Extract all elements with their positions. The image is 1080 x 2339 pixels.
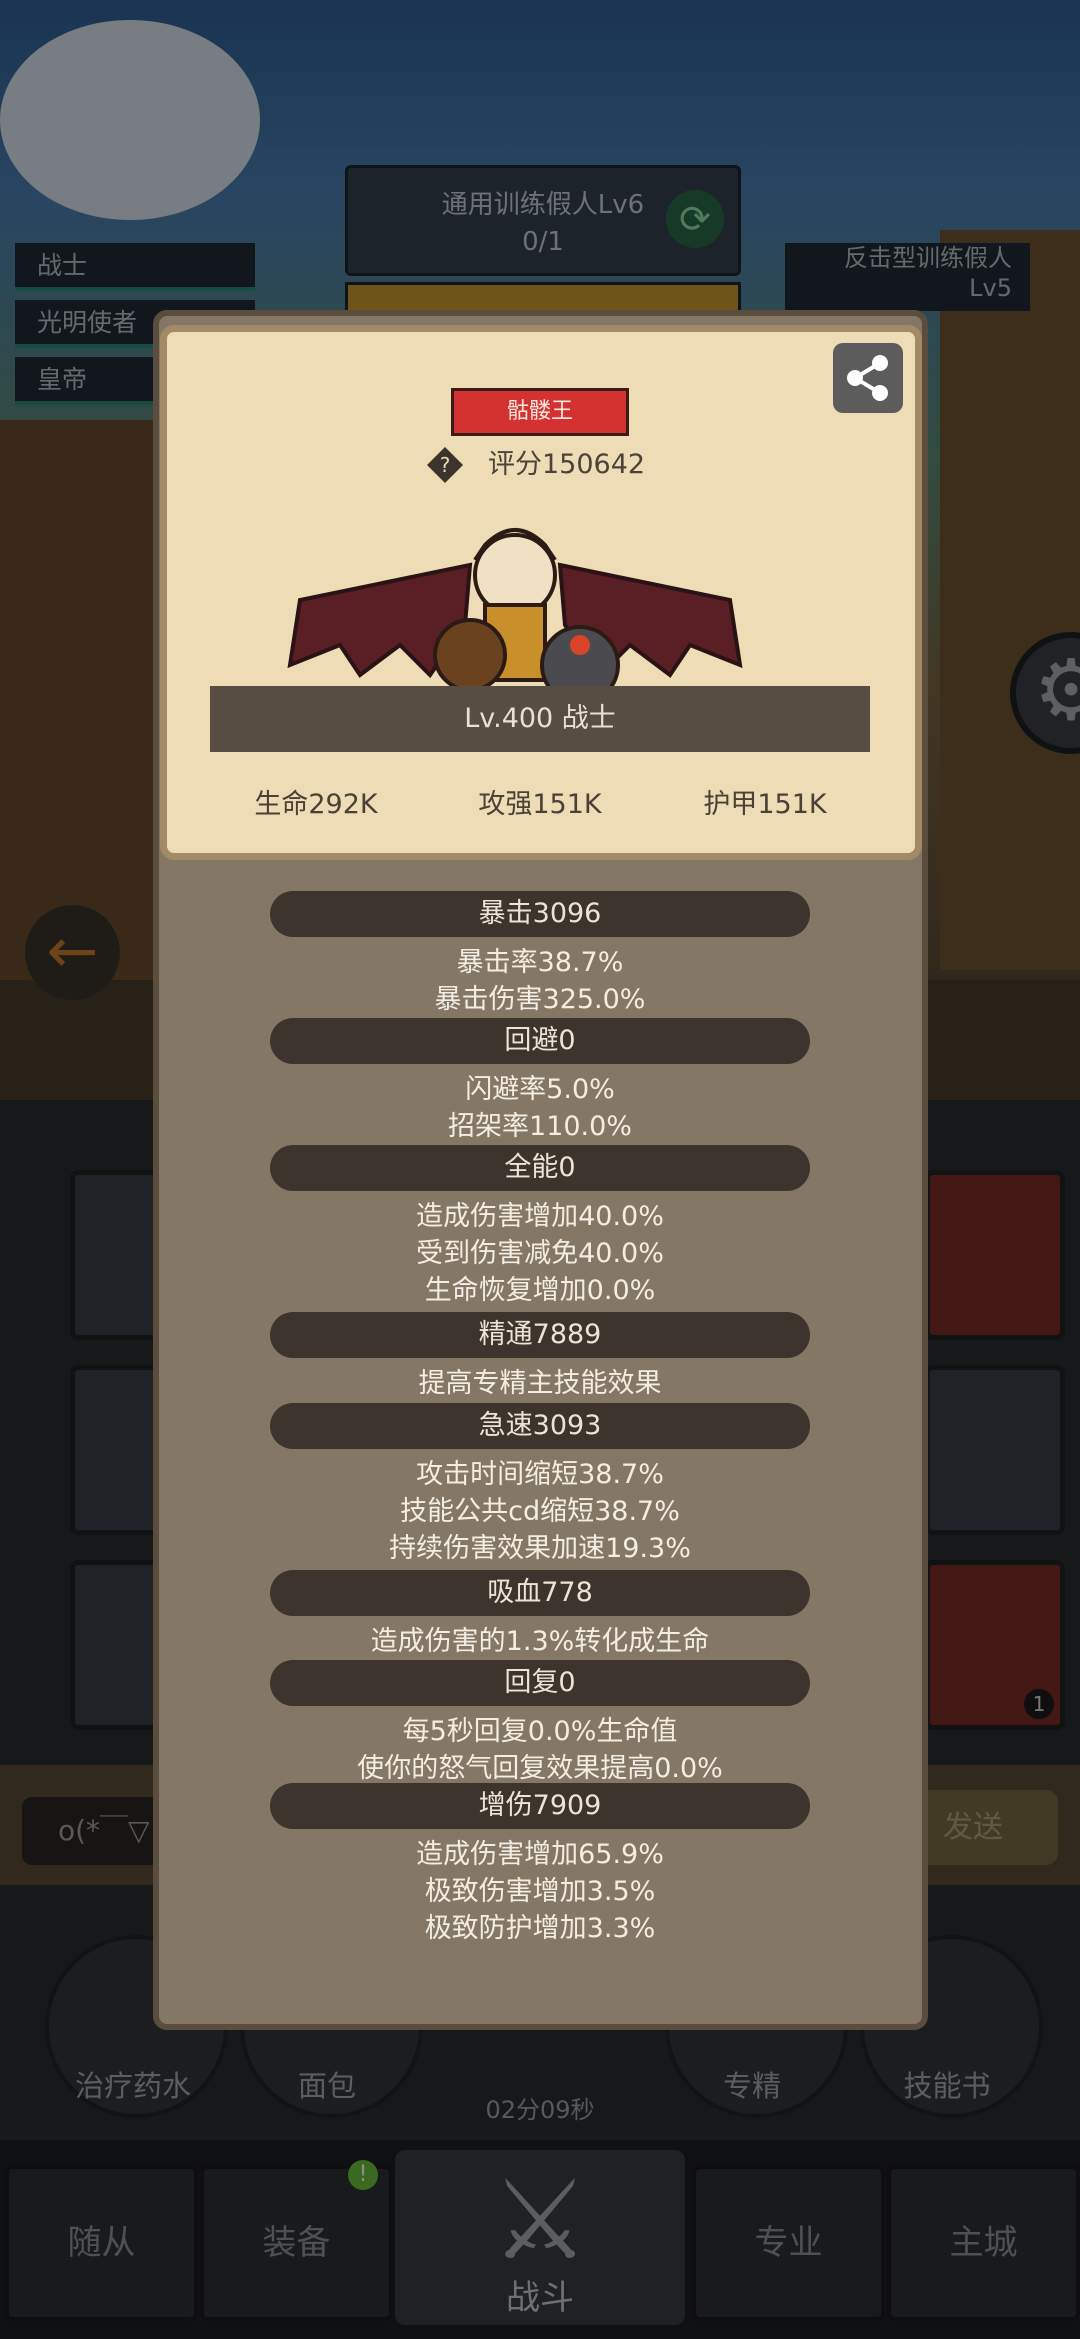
section-header: 精通7889 (270, 1312, 810, 1358)
stat-line: 持续伤害效果加速19.3% (389, 1533, 691, 1564)
section-header: 急速3093 (270, 1403, 810, 1449)
section-header: 暴击3096 (270, 891, 810, 937)
stat-armor: 护甲151K (703, 789, 827, 820)
stat-line: 招架率110.0% (448, 1111, 632, 1142)
stat-line: 造成伤害增加40.0% (416, 1201, 664, 1232)
score: 评分150642 (488, 449, 646, 480)
section-header: 全能0 (270, 1145, 810, 1191)
stat-line: 闪避率5.0% (465, 1074, 615, 1105)
stat-line: 提高专精主技能效果 (418, 1368, 662, 1399)
level-class: Lv.400 战士 (210, 686, 870, 752)
share-button[interactable] (833, 343, 903, 413)
stat-line: 攻击时间缩短38.7% (416, 1459, 664, 1490)
section-header: 吸血778 (270, 1570, 810, 1616)
stat-line: 极致防护增加3.3% (424, 1913, 656, 1944)
stat-line: 生命恢复增加0.0% (424, 1275, 656, 1306)
stat-line: 使你的怒气回复效果提高0.0% (357, 1753, 723, 1784)
stat-line: 受到伤害减免40.0% (416, 1238, 664, 1269)
stat-line: 每5秒回复0.0%生命值 (402, 1716, 678, 1747)
svg-text:?: ? (440, 453, 451, 477)
share-icon (847, 355, 888, 401)
stat-line: 极致伤害增加3.5% (424, 1876, 656, 1907)
section-header: 回避0 (270, 1018, 810, 1064)
section-header: 回复0 (270, 1660, 810, 1706)
stat-line: 造成伤害增加65.9% (416, 1839, 664, 1870)
stat-hp: 生命292K (254, 789, 378, 820)
stat-line: 技能公共cd缩短38.7% (400, 1496, 680, 1527)
stat-line: 暴击率38.7% (456, 947, 624, 978)
stat-line: 暴击伤害325.0% (434, 984, 646, 1015)
title-badge: 骷髅王 (451, 388, 629, 436)
section-header: 增伤7909 (270, 1783, 810, 1829)
question-icon[interactable]: ? (425, 445, 465, 485)
stat-line: 造成伤害的1.3%转化成生命 (370, 1626, 710, 1657)
stat-attack: 攻强151K (478, 789, 602, 820)
